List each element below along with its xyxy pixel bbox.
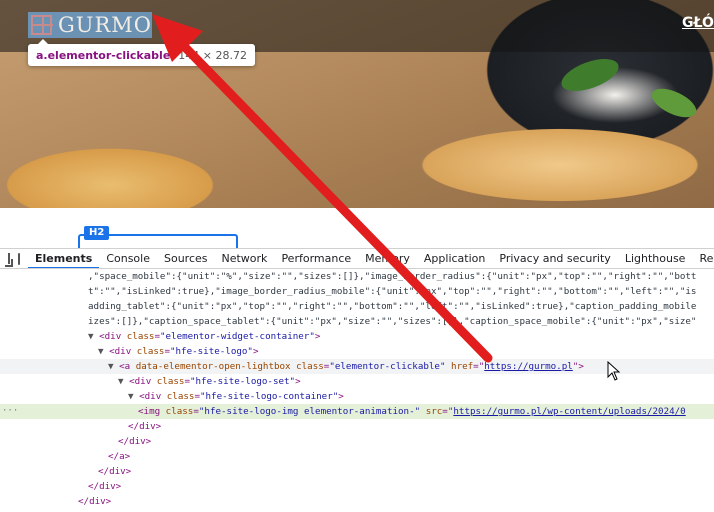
expand-toggle-icon: ▼ bbox=[118, 376, 124, 387]
attribute-value: "hfe-site-logo" bbox=[169, 346, 253, 357]
attribute-value: "elementor-widget-container" bbox=[159, 331, 315, 342]
dom-tree-line[interactable]: </div> bbox=[0, 479, 714, 494]
dom-tree-line[interactable]: adding_tablet":{"unit":"px","top":"","ri… bbox=[0, 299, 714, 314]
attribute-value: "hfe-site-logo-container" bbox=[199, 391, 339, 402]
attribute-url: https://gurmo.pl/wp-content/uploads/2024… bbox=[453, 406, 686, 417]
expand-toggle-icon: ▼ bbox=[88, 331, 94, 342]
attribute-value: "hfe-site-logo-set" bbox=[189, 376, 296, 387]
closing-tag: </div> bbox=[88, 481, 122, 492]
attribute-value: "hfe-site-logo-img elementor-animation-" bbox=[198, 406, 421, 417]
tag-close: > bbox=[314, 331, 321, 342]
dom-tree-line[interactable]: ▼ <div class="elementor-widget-container… bbox=[0, 329, 714, 344]
tooltip-selector: a.elementor-clickable bbox=[36, 48, 171, 62]
expand-toggle-icon: ▼ bbox=[128, 391, 134, 402]
nav-link-home[interactable]: GŁÓW bbox=[682, 15, 714, 31]
dom-tree-line[interactable]: ▼ <div class="hfe-site-logo-container"> bbox=[0, 389, 714, 404]
elements-tree: ,"space_mobile":{"unit":"%","size":"","s… bbox=[0, 269, 714, 512]
json-text: ,"space_mobile":{"unit":"%","size":"","s… bbox=[88, 271, 697, 282]
website-viewport: GURMO GŁÓW a.elementor-clickable 144 × 2… bbox=[0, 0, 714, 208]
inspect-tooltip: a.elementor-clickable 144 × 28.72 bbox=[28, 39, 255, 66]
tag-close: > bbox=[338, 391, 344, 402]
json-text: t":"","isLinked":true},"image_border_rad… bbox=[88, 286, 697, 297]
expand-toggle-icon: ▼ bbox=[108, 361, 114, 372]
heading-badge: H2 bbox=[84, 226, 110, 240]
closing-tag: </div> bbox=[98, 466, 132, 477]
tab-performance[interactable]: Performance bbox=[274, 249, 358, 268]
tag-name: <div bbox=[99, 331, 127, 342]
tag-name: <div bbox=[139, 391, 167, 402]
attribute-name: data-elementor-open-lightbox class bbox=[135, 361, 324, 372]
tab-network[interactable]: Network bbox=[215, 249, 275, 268]
page-background bbox=[0, 208, 714, 228]
tag-name: <div bbox=[109, 346, 137, 357]
json-text: adding_tablet":{"unit":"px","top":"","ri… bbox=[88, 301, 697, 312]
tab-elements[interactable]: Elements bbox=[28, 249, 100, 268]
attribute-name: class bbox=[136, 346, 165, 357]
tab-memory[interactable]: Memory bbox=[358, 249, 417, 268]
dom-tree-line[interactable]: ··· <img class="hfe-site-logo-img element… bbox=[0, 404, 714, 419]
tab-console[interactable]: Console bbox=[99, 249, 157, 268]
tab-lighthouse[interactable]: Lighthouse bbox=[618, 249, 693, 268]
dom-tree-line[interactable]: </a> bbox=[0, 449, 714, 464]
dom-tree-line[interactable]: </div> bbox=[0, 494, 714, 509]
dom-tree-line[interactable]: izes":[]},"caption_space_tablet":{"unit"… bbox=[0, 314, 714, 329]
tag-name: <a bbox=[119, 361, 136, 372]
tab-sources[interactable]: Sources bbox=[157, 249, 215, 268]
mouse-cursor-icon bbox=[607, 361, 621, 381]
tag-name: <div bbox=[129, 376, 157, 387]
dom-tree-line[interactable]: </div> bbox=[0, 419, 714, 434]
dom-tree-line[interactable]: ▼ <div class="hfe-site-logo"> bbox=[0, 344, 714, 359]
attribute-url: https://gurmo.pl bbox=[484, 361, 573, 372]
closing-tag: </div> bbox=[78, 496, 112, 507]
tag-close: > bbox=[295, 376, 301, 387]
attribute-name: class bbox=[165, 406, 194, 417]
gutter-marker: ··· bbox=[2, 406, 19, 416]
attribute-name: href bbox=[445, 361, 474, 372]
inspect-element-icon[interactable] bbox=[5, 253, 13, 267]
dom-tree-line[interactable]: </div> bbox=[0, 434, 714, 449]
site-logo-link[interactable]: GURMO bbox=[28, 12, 152, 38]
json-text: izes":[]},"caption_space_tablet":{"unit"… bbox=[88, 316, 697, 327]
dom-tree-line[interactable]: </div> bbox=[0, 464, 714, 479]
tag-name: <img bbox=[138, 406, 166, 417]
devtools-tabbar: Elements Console Sources Network Performance… bbox=[0, 249, 714, 269]
attribute-name: class bbox=[156, 376, 185, 387]
closing-tag: </div> bbox=[118, 436, 152, 447]
expand-toggle-icon: ▼ bbox=[98, 346, 104, 357]
dom-tree-line[interactable]: ,"space_mobile":{"unit":"%","size":"","s… bbox=[0, 269, 714, 284]
attribute-value: "elementor-clickable" bbox=[329, 361, 446, 372]
attribute-name: class bbox=[126, 331, 155, 342]
logo-text: GURMO bbox=[57, 13, 152, 37]
tag-close: "> bbox=[572, 361, 584, 372]
tab-reco[interactable]: Reco bbox=[692, 249, 714, 268]
logo-icon bbox=[31, 15, 53, 35]
tab-privacy-and-security[interactable]: Privacy and security bbox=[492, 249, 617, 268]
closing-tag: </div> bbox=[128, 421, 162, 432]
device-toolbar-icon[interactable] bbox=[18, 252, 20, 265]
tag-close: > bbox=[252, 346, 259, 357]
attribute-name: class bbox=[166, 391, 195, 402]
tab-application[interactable]: Application bbox=[417, 249, 492, 268]
attribute-name: src bbox=[420, 406, 443, 417]
closing-tag: </a> bbox=[108, 451, 131, 462]
dom-tree-line[interactable]: t":"","isLinked":true},"image_border_rad… bbox=[0, 284, 714, 299]
tooltip-size: 144 × 28.72 bbox=[178, 48, 247, 62]
